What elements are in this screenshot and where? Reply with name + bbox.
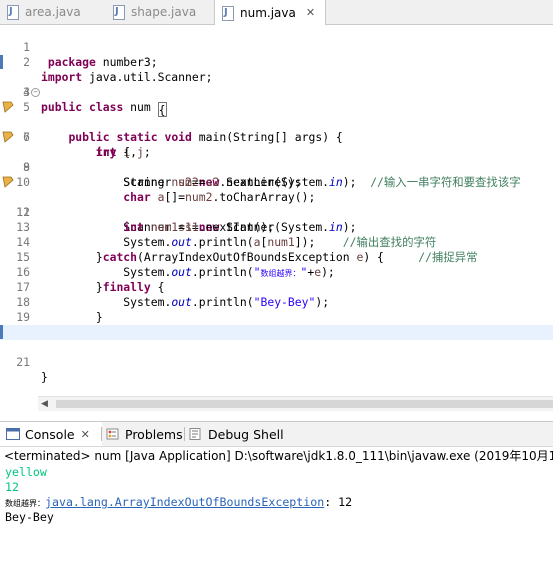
- code-line: 10 char a[]=num2.toCharArray();: [0, 160, 553, 204]
- panel-tab-bar: Console ✕ Problems Debug Shell: [0, 421, 553, 447]
- code-line: 3 public class num {: [0, 55, 553, 117]
- bookmark-marker: [0, 325, 3, 339]
- tab-shape-java[interactable]: J shape.java: [106, 0, 196, 24]
- tab-label: num.java: [240, 5, 296, 20]
- code-line: 17 System.out.println("Bey-Bey");: [0, 265, 553, 309]
- warning-icon[interactable]: [2, 101, 14, 113]
- tab-label: Debug Shell: [208, 426, 284, 442]
- code-line: 6 int i,j;: [0, 100, 553, 159]
- java-file-icon: J: [112, 5, 126, 20]
- horizontal-scrollbar[interactable]: ◀: [38, 396, 553, 411]
- tab-problems[interactable]: Problems: [97, 422, 183, 446]
- code-line: 4: [0, 70, 553, 99]
- code-line: 8 Scanner s2=new Scanner(System.in); //输…: [0, 130, 553, 189]
- console-input-line: 12: [5, 480, 19, 494]
- tab-label: Console: [25, 426, 75, 442]
- console-icon: [6, 428, 20, 440]
- code-line: 9 String num2=s2.nextLine();: [0, 145, 553, 189]
- code-line: 20: [0, 310, 553, 339]
- tab-label: area.java: [25, 5, 81, 19]
- editor-tab-bar: J area.java J shape.java J num.java ✕: [0, 0, 553, 25]
- java-file-icon: J: [221, 5, 235, 21]
- console-output[interactable]: yellow 12 数组越界：java.lang.ArrayIndexOutOf…: [0, 464, 553, 571]
- warning-icon[interactable]: [2, 131, 14, 143]
- scroll-left-icon[interactable]: ◀: [41, 397, 48, 411]
- code-line: 13 System.out.println(a[num1]); //输出查找的字…: [0, 205, 553, 249]
- code-line: 2 import java.util.Scanner;: [0, 40, 553, 84]
- line-number: 21: [16, 355, 30, 369]
- java-file-icon: J: [6, 5, 20, 20]
- tab-separator: [184, 427, 185, 441]
- code-line: 19 }: [0, 295, 553, 339]
- console-input-line: yellow: [5, 465, 47, 479]
- code-line: 5 − public static void main(String[] arg…: [0, 85, 553, 144]
- code-text: }: [41, 370, 48, 384]
- code-line: 11 Scanner s1=new Scanner(System.in);: [0, 175, 553, 234]
- code-line-current: 21 }: [0, 325, 553, 384]
- tab-console[interactable]: Console ✕: [0, 422, 102, 446]
- code-line: 12 int num1=s1.nextInt();: [0, 190, 553, 234]
- error-prefix: 数组越界：: [5, 499, 45, 508]
- bookmark-marker: [0, 55, 3, 69]
- code-line: 16 }finally {: [0, 250, 553, 294]
- tab-separator: [101, 427, 102, 441]
- code-editor[interactable]: 1 package number3; 2 import java.util.Sc…: [0, 25, 553, 420]
- warning-icon[interactable]: [2, 176, 14, 188]
- code-line: 14 }catch(ArrayIndexOutOfBoundsException…: [0, 220, 553, 264]
- tab-label: shape.java: [131, 5, 197, 19]
- close-icon[interactable]: ✕: [306, 6, 315, 19]
- console-output-line: Bey-Bey: [5, 510, 54, 524]
- error-suffix: : 12: [324, 495, 353, 509]
- code-line: 18 }: [0, 280, 553, 324]
- console-status-line: <terminated> num [Java Application] D:\s…: [4, 449, 553, 463]
- close-icon[interactable]: ✕: [81, 428, 90, 441]
- code-line: 7 try {: [0, 115, 553, 159]
- tab-area-java[interactable]: J area.java: [0, 0, 81, 24]
- tab-debug-shell[interactable]: Debug Shell: [180, 422, 284, 446]
- tab-label: Problems: [125, 426, 183, 442]
- problems-icon: [106, 428, 119, 440]
- code-line: 15 System.out.println("数组越界："+e);: [0, 235, 553, 279]
- exception-link[interactable]: java.lang.ArrayIndexOutOfBoundsException: [45, 495, 324, 509]
- scrollbar-thumb[interactable]: [56, 400, 553, 408]
- console-error-line: 数组越界：java.lang.ArrayIndexOutOfBoundsExce…: [5, 495, 352, 511]
- tab-num-java[interactable]: J num.java ✕: [214, 0, 326, 25]
- debug-shell-icon: [189, 428, 201, 440]
- code-line: 1 package number3;: [0, 25, 553, 69]
- fold-toggle-icon[interactable]: −: [31, 88, 40, 97]
